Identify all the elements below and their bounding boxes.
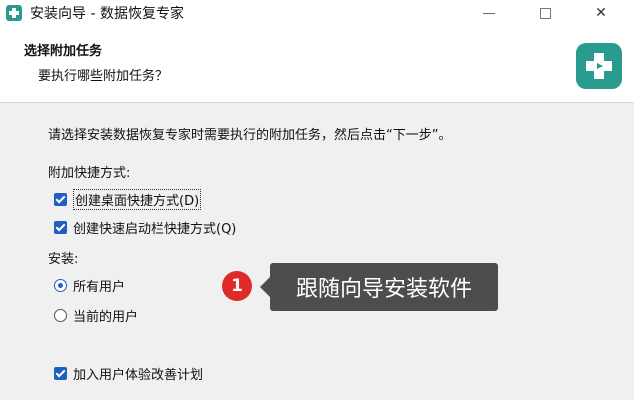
window-title: 安装向导 - 数据恢复专家 xyxy=(30,6,184,22)
minimize-button[interactable] xyxy=(466,0,512,26)
app-logo xyxy=(576,43,622,89)
desktop-shortcut-checkbox[interactable]: 创建桌面快捷方式(D) xyxy=(54,189,202,210)
radio-selected-icon xyxy=(54,279,67,292)
annotation-pointer xyxy=(260,277,270,297)
annotation-bubble: 跟随向导安装软件 xyxy=(270,263,498,311)
intro-text: 请选择安装数据恢复专家时需要执行的附加任务，然后点击“下一步”。 xyxy=(48,128,452,143)
checkbox-checked-icon xyxy=(54,221,67,234)
quicklaunch-shortcut-checkbox[interactable]: 创建快速启动栏快捷方式(Q) xyxy=(54,218,236,237)
radio-label: 当前的用户 xyxy=(73,310,139,325)
radio-current-user[interactable]: 当前的用户 xyxy=(54,306,138,325)
maximize-icon xyxy=(539,7,551,19)
close-icon: ✕ xyxy=(595,5,607,21)
wizard-header: 选择附加任务 要执行哪些附加任务？ xyxy=(0,26,634,103)
minimize-icon xyxy=(483,12,495,14)
checkbox-label: 创建桌面快捷方式(D) xyxy=(73,189,202,210)
radio-all-users[interactable]: 所有用户 xyxy=(54,276,125,295)
ux-program-checkbox[interactable]: 加入用户体验改善计划 xyxy=(54,364,203,383)
app-icon xyxy=(6,5,22,21)
annotation-number-badge: 1 xyxy=(222,271,252,301)
radio-label: 所有用户 xyxy=(73,280,126,295)
title-bar: 安装向导 - 数据恢复专家 ✕ xyxy=(0,0,634,26)
shortcuts-label: 附加快捷方式: xyxy=(48,166,131,181)
checkbox-label: 创建快速启动栏快捷方式(Q) xyxy=(73,222,237,237)
checkbox-checked-icon xyxy=(54,367,67,380)
page-title: 选择附加任务 xyxy=(24,44,103,59)
page-subtitle: 要执行哪些附加任务？ xyxy=(38,69,169,84)
install-label: 安装: xyxy=(48,252,79,267)
checkbox-label: 加入用户体验改善计划 xyxy=(73,368,204,383)
maximize-button[interactable] xyxy=(522,0,568,26)
close-button[interactable]: ✕ xyxy=(578,0,624,26)
radio-unselected-icon xyxy=(54,309,67,322)
checkbox-checked-icon xyxy=(54,193,67,206)
